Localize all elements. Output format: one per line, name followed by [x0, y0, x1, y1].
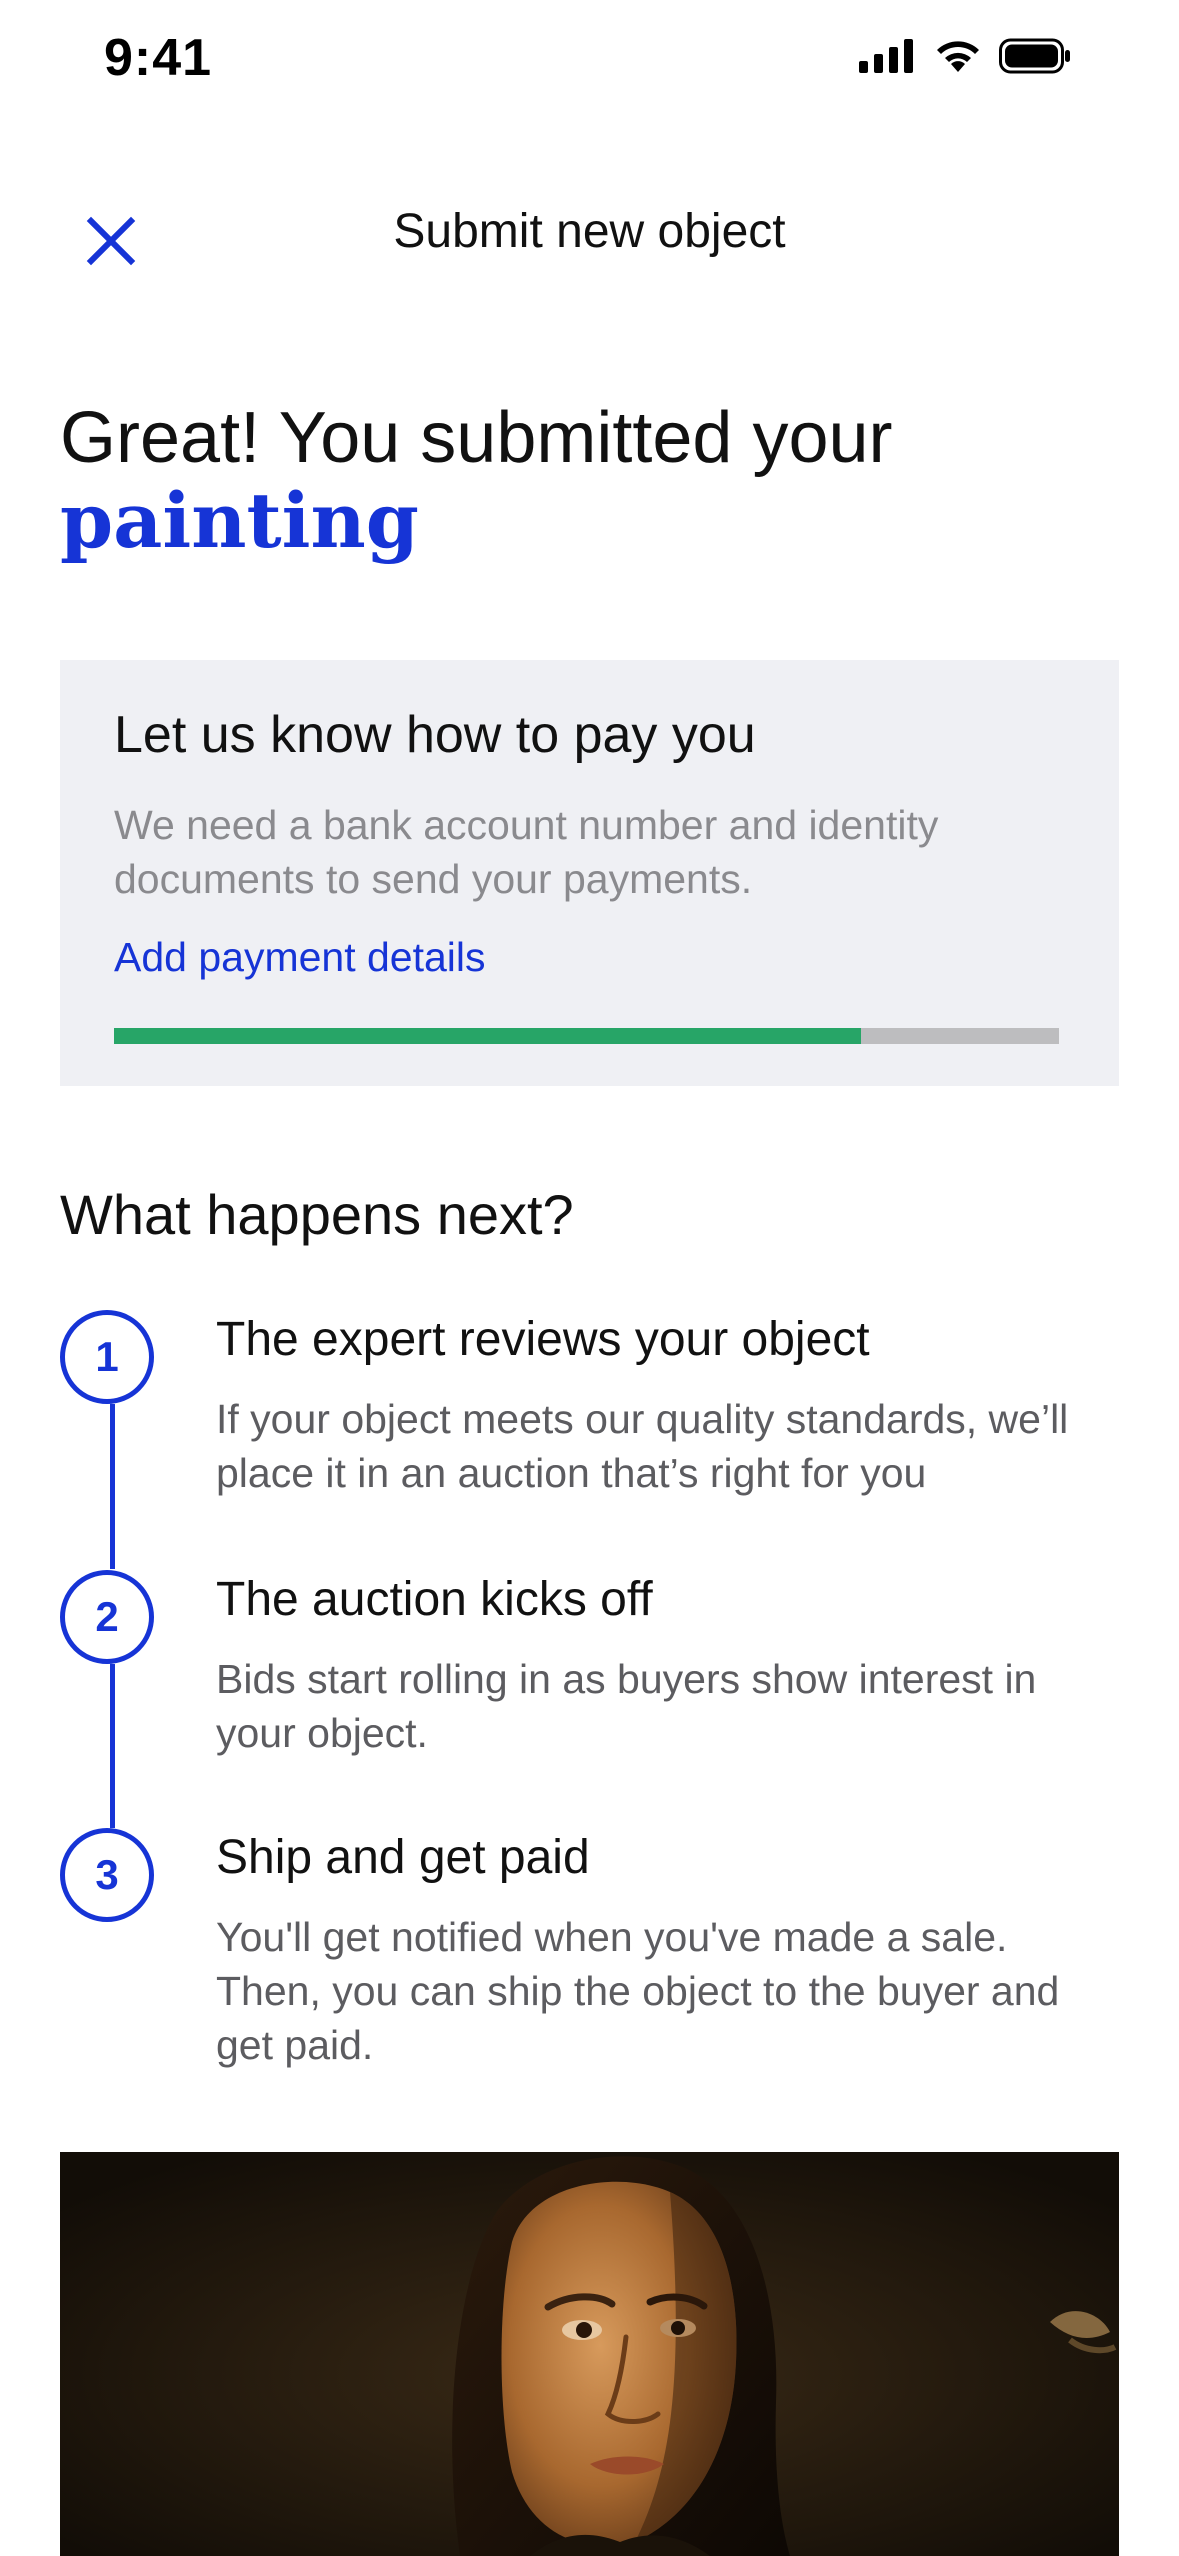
page-headline: Great! You submitted your painting [60, 392, 1120, 564]
step-item: 1 The expert reviews your object If your… [60, 1310, 1120, 1570]
step-description: Bids start rolling in as buyers show int… [216, 1656, 1037, 1756]
step-item: 2 The auction kicks off Bids start rolli… [60, 1570, 1120, 1828]
step-title: Ship and get paid [216, 1831, 590, 1884]
payment-progress-fill [114, 1028, 861, 1044]
payment-progress-bar [114, 1028, 1059, 1044]
step-title: The auction kicks off [216, 1573, 653, 1626]
portrait-painting [60, 2152, 1119, 2556]
step-item: 3 Ship and get paid You'll get notified … [60, 1828, 1120, 2072]
nav-title: Submit new object [393, 205, 786, 258]
status-time: 9:41 [104, 29, 213, 87]
wifi-icon [937, 41, 979, 72]
payment-card-description: We need a bank account number and identi… [114, 802, 939, 902]
status-icons [859, 38, 1071, 74]
headline-highlight: painting [60, 476, 419, 565]
step-title: The expert reviews your object [216, 1313, 870, 1366]
steps-timeline: 1 The expert reviews your object If your… [60, 1310, 1120, 2072]
step-number-badge: 2 [60, 1570, 154, 1664]
cellular-signal-icon [859, 39, 913, 73]
battery-icon [999, 38, 1070, 74]
payment-card: Let us know how to pay you We need a ban… [60, 660, 1119, 1086]
headline-text: Great! You submitted your [60, 398, 893, 478]
painting-image [60, 2152, 1119, 2556]
timeline-connector [110, 1664, 115, 1828]
step-description: If your object meets our quality standar… [216, 1396, 1069, 1496]
timeline-connector [110, 1404, 115, 1569]
step-description: You'll get notified when you've made a s… [216, 1914, 1060, 2068]
nav-bar: Submit new object [0, 160, 1179, 300]
add-payment-details-link[interactable]: Add payment details [114, 930, 486, 984]
step-number-badge: 3 [60, 1828, 154, 1922]
next-steps-heading: What happens next? [60, 1183, 574, 1246]
payment-card-title: Let us know how to pay you [114, 706, 756, 764]
step-number-badge: 1 [60, 1310, 154, 1404]
status-bar: 9:41 [0, 0, 1179, 130]
